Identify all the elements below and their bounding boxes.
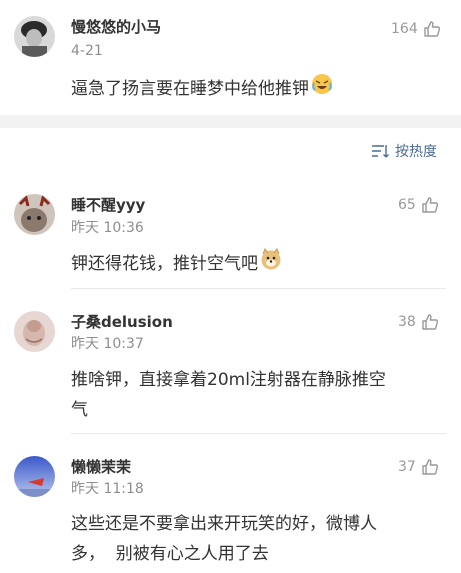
like-count: 164 bbox=[391, 21, 418, 37]
avatar[interactable] bbox=[14, 311, 55, 352]
divider bbox=[71, 433, 446, 434]
username[interactable]: 懒懒茉茉 bbox=[71, 458, 131, 476]
comment-text: 钾还得花钱，推针空气吧 bbox=[71, 247, 282, 280]
divider bbox=[71, 288, 446, 289]
crying-laughing-emoji bbox=[311, 73, 333, 105]
username[interactable]: 睡不醒yyy bbox=[71, 196, 145, 214]
comment-text: 逼急了扬言要在睡梦中给他推钾 bbox=[71, 73, 333, 105]
sort-lines-icon bbox=[372, 145, 389, 158]
thumbs-up-icon bbox=[422, 459, 438, 475]
sort-by-hot-button[interactable]: 按热度 bbox=[371, 141, 437, 161]
comment-time: 昨天 11:18 bbox=[71, 481, 144, 497]
avatar[interactable] bbox=[14, 16, 55, 57]
like-count: 38 bbox=[398, 314, 416, 330]
like-button[interactable]: 37 bbox=[398, 458, 439, 476]
avatar[interactable] bbox=[14, 194, 55, 235]
comment-time: 昨天 10:36 bbox=[71, 220, 144, 236]
thumbs-up-icon bbox=[422, 197, 438, 213]
username[interactable]: 子桑delusion bbox=[71, 313, 173, 331]
like-button[interactable]: 38 bbox=[398, 313, 439, 331]
like-button[interactable]: 65 bbox=[398, 196, 439, 214]
section-separator bbox=[0, 115, 461, 128]
comment-time: 昨天 10:37 bbox=[71, 336, 144, 352]
like-button[interactable]: 164 bbox=[391, 20, 441, 38]
comment-time: 4-21 bbox=[71, 43, 103, 59]
like-count: 65 bbox=[398, 197, 416, 213]
doge-emoji bbox=[260, 247, 282, 280]
thumbs-up-icon bbox=[424, 21, 440, 37]
comment-text: 这些还是不要拿出来开玩笑的好，微博人 多， 别被有心之人用了去 bbox=[71, 514, 377, 564]
sort-label: 按热度 bbox=[395, 144, 437, 160]
like-count: 37 bbox=[398, 459, 416, 475]
avatar[interactable] bbox=[14, 456, 55, 497]
thumbs-up-icon bbox=[422, 314, 438, 330]
comment-text: 推啥钾，直接拿着20ml注射器在静脉推空 气 bbox=[71, 370, 386, 420]
username[interactable]: 慢悠悠的小马 bbox=[71, 18, 161, 36]
